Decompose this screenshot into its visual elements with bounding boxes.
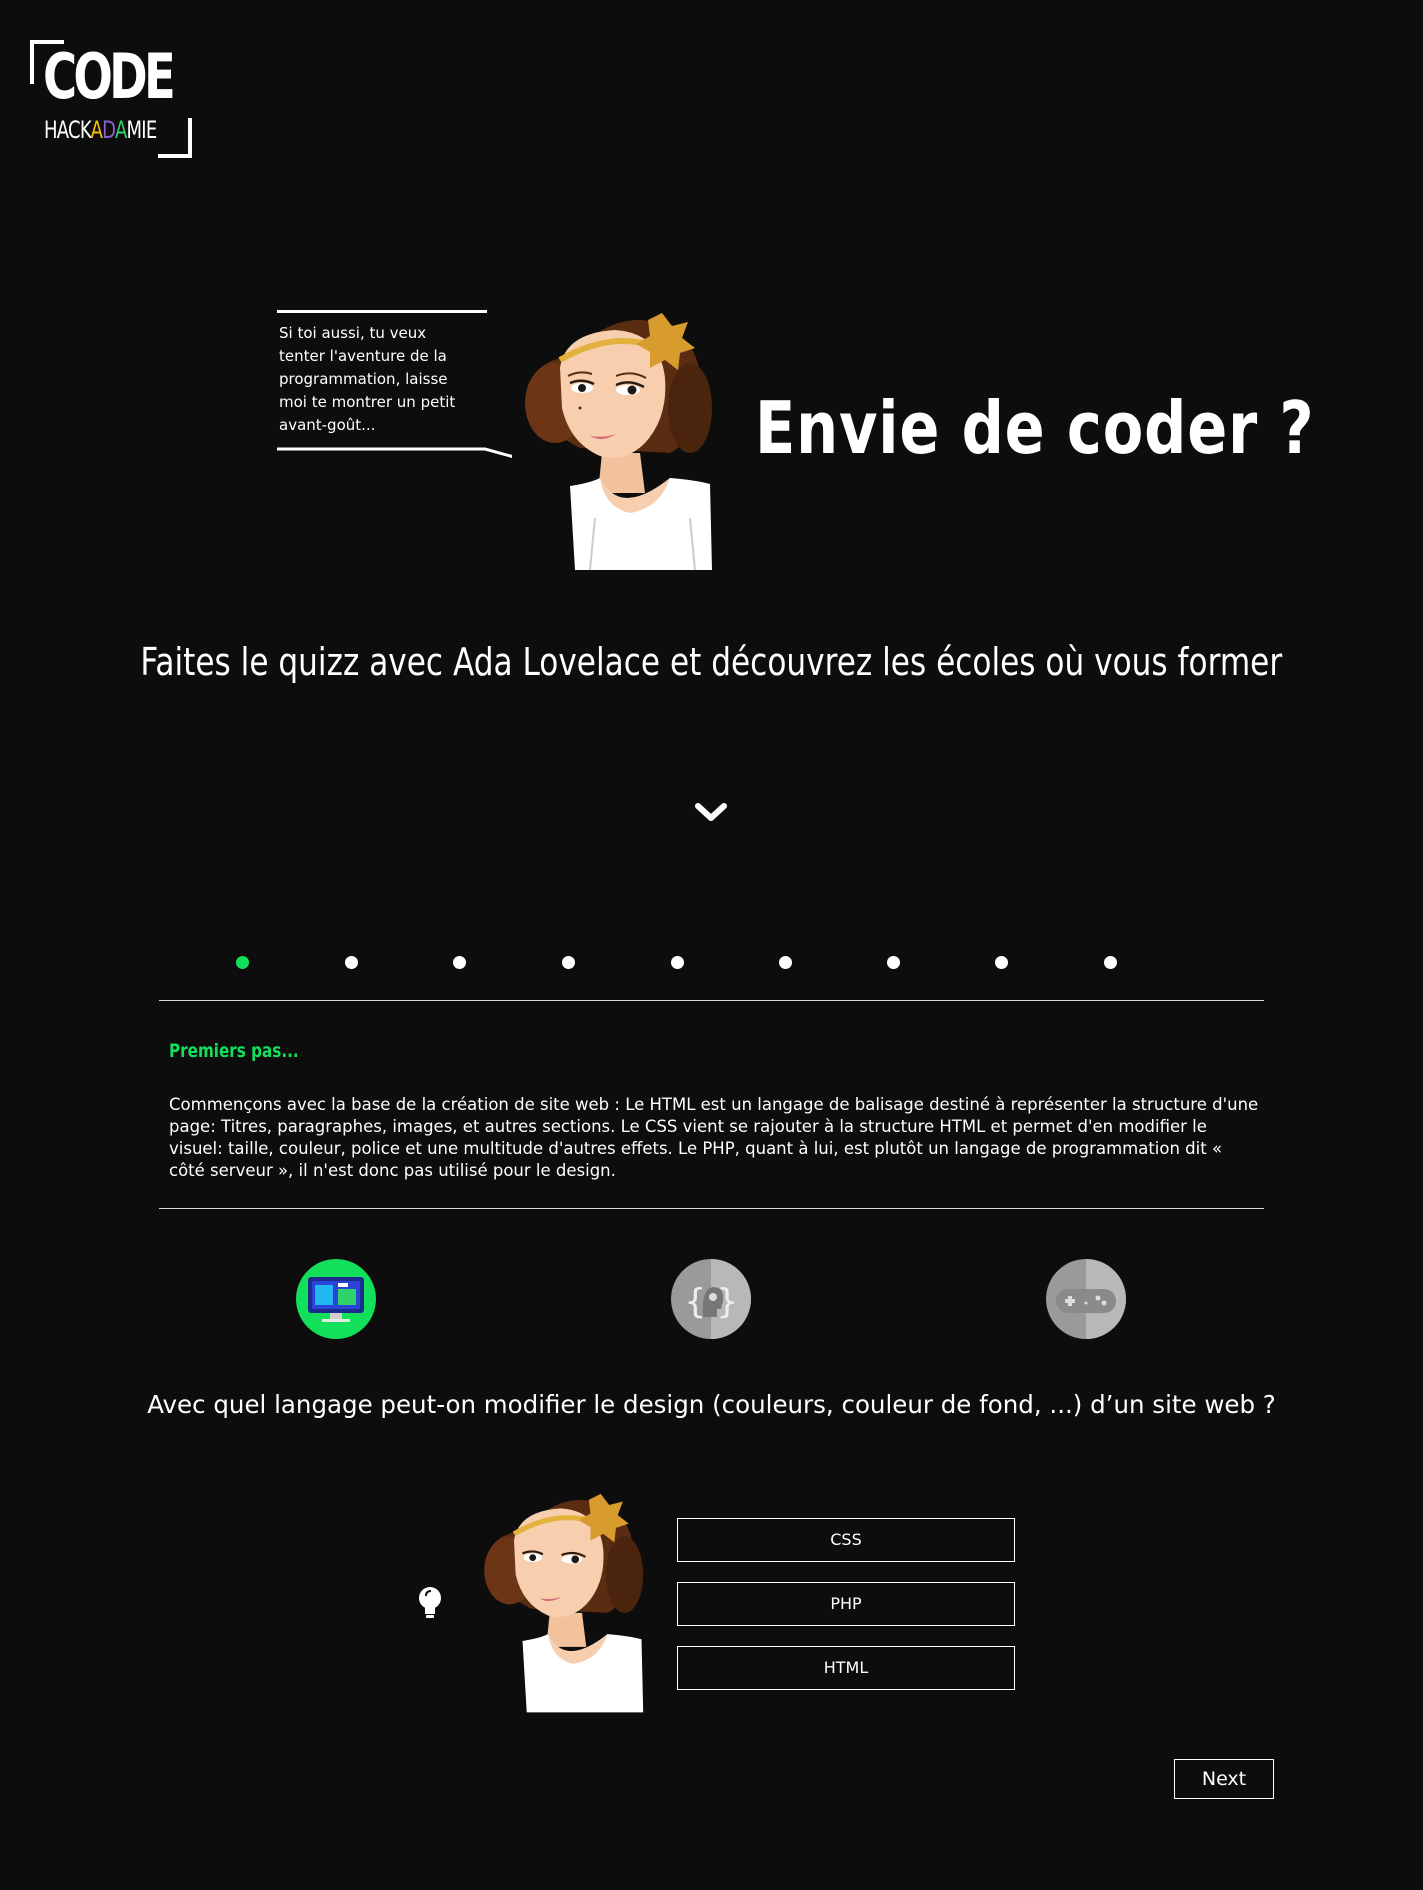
logo-letter-d: D bbox=[102, 116, 116, 144]
ada-lovelace-illustration bbox=[520, 308, 720, 570]
quiz-question: Avec quel langage peut-on modifier le de… bbox=[147, 1390, 1276, 1419]
hero-title: Envie de coder ? bbox=[755, 386, 1315, 470]
logo-subtitle: HACKADAMIE bbox=[44, 116, 158, 144]
progress-dot[interactable] bbox=[345, 956, 358, 969]
progress-dot[interactable] bbox=[562, 956, 575, 969]
step-body: Commençons avec la base de la création d… bbox=[169, 1095, 1259, 1180]
logo-word: CODE bbox=[43, 40, 176, 113]
logo-subtitle-prefix: HACK bbox=[44, 116, 91, 144]
logo-letter-a2: A bbox=[114, 116, 127, 144]
gamepad-icon[interactable] bbox=[1046, 1259, 1126, 1339]
progress-dot[interactable] bbox=[671, 956, 684, 969]
answer-html-button[interactable]: HTML bbox=[677, 1646, 1015, 1690]
progress-dot[interactable] bbox=[779, 956, 792, 969]
hero-subtitle: Faites le quizz avec Ada Lovelace et déc… bbox=[0, 640, 1423, 684]
divider-top bbox=[159, 1000, 1264, 1001]
web-design-icon[interactable] bbox=[296, 1259, 376, 1339]
lightbulb-icon[interactable] bbox=[417, 1586, 443, 1620]
logo-letter-a1: A bbox=[90, 116, 103, 144]
next-button[interactable]: Next bbox=[1174, 1759, 1274, 1799]
hero-subtitle-text: Faites le quizz avec Ada Lovelace et déc… bbox=[140, 640, 1283, 684]
chevron-down-icon[interactable] bbox=[694, 800, 728, 824]
svg-text:{: { bbox=[685, 1282, 705, 1322]
code-brain-icon[interactable]: { } bbox=[671, 1259, 751, 1339]
answer-php-button[interactable]: PHP bbox=[677, 1582, 1015, 1626]
progress-dot[interactable] bbox=[236, 956, 249, 969]
step-title: Premiers pas... bbox=[169, 1040, 299, 1062]
divider-bottom bbox=[159, 1208, 1264, 1209]
ada-lovelace-quiz-illustration bbox=[480, 1488, 650, 1714]
speech-bubble-text: Si toi aussi, tu veux tenter l'aventure … bbox=[279, 324, 456, 434]
progress-dot[interactable] bbox=[887, 956, 900, 969]
logo[interactable]: CODE HACKADAMIE bbox=[30, 40, 192, 158]
progress-dot[interactable] bbox=[453, 956, 466, 969]
answer-css-button[interactable]: CSS bbox=[677, 1518, 1015, 1562]
logo-subtitle-suffix: MIE bbox=[126, 116, 158, 144]
logo-bracket-bottom bbox=[158, 118, 192, 158]
speech-bubble: Si toi aussi, tu veux tenter l'aventure … bbox=[277, 310, 512, 458]
progress-dot[interactable] bbox=[1104, 956, 1117, 969]
progress-dot[interactable] bbox=[995, 956, 1008, 969]
